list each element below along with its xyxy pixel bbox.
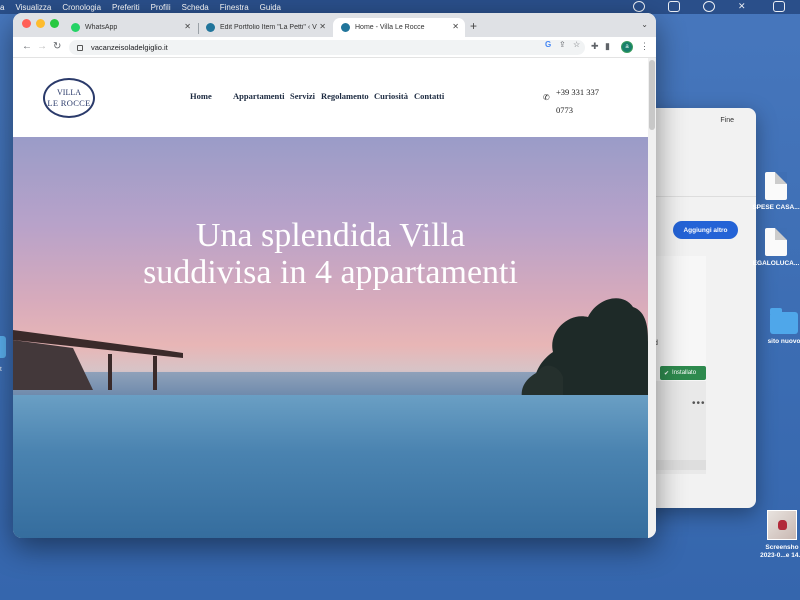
more-options-button[interactable]: •••	[692, 398, 706, 409]
menu-visualizza[interactable]: Visualizza	[15, 3, 51, 12]
google-lens-icon[interactable]: G	[545, 40, 551, 49]
mute-icon[interactable]: ✕	[738, 1, 750, 12]
hero-banner: Una splendida Villa suddivisa in 4 appar…	[13, 137, 648, 538]
tab-edit-portfolio[interactable]: Edit Portfolio Item "La Petti" ‹ V ✕	[198, 18, 332, 37]
forward-arrow-icon[interactable]: →	[37, 41, 47, 52]
partial-folder-icon[interactable]	[0, 336, 6, 358]
desktop-icon-egaloluca[interactable]: EGALOLUCA...	[746, 228, 800, 268]
trees-silhouette	[521, 298, 648, 402]
add-more-button[interactable]: Aggiungi altro	[673, 221, 738, 239]
side-panel-icon[interactable]: ▮	[605, 41, 610, 52]
wordpress-icon	[341, 23, 350, 32]
logo-line-2: LE ROCCE	[47, 98, 91, 108]
close-tab-icon[interactable]: ✕	[319, 22, 326, 31]
menu-kebab-icon[interactable]: ⋮	[640, 41, 649, 52]
desktop-icon-label: SPESE CASA...	[752, 204, 800, 211]
window-controls	[22, 19, 59, 28]
new-tab-plus-icon[interactable]: +	[470, 19, 477, 33]
desktop-icon-label: sito nuovo	[767, 338, 800, 345]
close-tab-icon[interactable]: ✕	[452, 22, 459, 31]
tab-strip: WhatsApp ✕ Edit Portfolio Item "La Petti…	[13, 13, 656, 37]
share-icon[interactable]: ⇪	[559, 40, 566, 49]
desktop-icon-label-2: 2023-0...e 14.3	[760, 552, 800, 559]
tab-search-chevron-icon[interactable]: ⌄	[641, 20, 648, 29]
extensions-puzzle-icon[interactable]: ✚	[591, 41, 599, 52]
infinity-pool	[13, 395, 648, 538]
site-header: VILLA LE ROCCE Home Appartamenti Servizi…	[13, 58, 648, 137]
minimize-window-button[interactable]	[36, 19, 45, 28]
hero-title-line-1: Una splendida Villa	[195, 217, 466, 254]
wordpress-icon	[206, 23, 215, 32]
whatsapp-icon	[71, 23, 80, 32]
tab-whatsapp[interactable]: WhatsApp ✕	[63, 18, 197, 37]
nav-home[interactable]: Home	[190, 91, 212, 101]
installed-label: Installato	[672, 370, 697, 376]
nav-servizi[interactable]: Servizi	[290, 91, 315, 101]
bookmark-star-icon[interactable]: ☆	[573, 40, 580, 49]
nav-contatti[interactable]: Contatti	[414, 91, 444, 101]
battery-icon[interactable]	[773, 1, 785, 12]
check-icon: ✔	[664, 370, 670, 377]
menu-guida[interactable]: Guida	[260, 3, 281, 12]
nav-appartamenti[interactable]: Appartamenti	[233, 91, 284, 101]
profile-avatar[interactable]: a	[621, 41, 633, 53]
close-window-button[interactable]	[22, 19, 31, 28]
browser-window: WhatsApp ✕ Edit Portfolio Item "La Petti…	[13, 13, 656, 538]
zoom-window-button[interactable]	[50, 19, 59, 28]
installed-badge: ✔ Installato	[660, 366, 706, 380]
done-button[interactable]: Fine	[720, 117, 734, 124]
phone-icon: ✆	[543, 93, 550, 102]
hero-title: Una splendida Villa suddivisa in 4 appar…	[13, 217, 648, 291]
page-scrollbar[interactable]	[648, 58, 656, 538]
desktop-icon-screenshot[interactable]: Screensho 2023-0...e 14.3	[752, 510, 800, 560]
url-text: vacanzeisoladelgiglio.it	[91, 43, 168, 52]
desktop-icon-label: Screensho	[765, 544, 799, 551]
status-icon-app[interactable]	[668, 1, 680, 12]
logo-line-1: VILLA	[57, 88, 81, 97]
desktop-icon-sito-nuovo[interactable]: sito nuovo	[754, 308, 800, 346]
background-dialog-window: Fine Aggiungi altro d ✔ Installato •••	[640, 108, 756, 508]
divider	[640, 196, 756, 197]
menu-scheda[interactable]: Scheda	[182, 3, 209, 12]
menu-cronologia[interactable]: Cronologia	[62, 3, 101, 12]
folder-icon	[770, 308, 798, 334]
document-icon	[765, 172, 787, 200]
villa-le-rocce-logo[interactable]: VILLA LE ROCCE	[43, 78, 95, 118]
tab-home-villa-le-rocce[interactable]: Home - Villa Le Rocce ✕	[333, 18, 465, 37]
lock-icon[interactable]	[77, 44, 83, 51]
status-icon-creative-cloud[interactable]	[633, 1, 645, 12]
tab-title: WhatsApp	[85, 24, 118, 31]
browser-toolbar: ← → ↻ vacanzeisoladelgiglio.it G ⇪ ☆ ✚ ▮…	[13, 37, 656, 58]
status-icon-time-machine[interactable]	[703, 1, 715, 12]
hero-title-line-2: suddivisa in 4 appartamenti	[143, 254, 518, 291]
screenshot-thumbnail-icon	[767, 510, 797, 540]
close-tab-icon[interactable]: ✕	[184, 22, 191, 31]
nav-curiosita[interactable]: Curiosità	[374, 91, 408, 101]
scrollbar-thumb[interactable]	[649, 60, 655, 130]
menu-bar: a Visualizza Cronologia Preferiti Profil…	[0, 0, 800, 14]
tab-title: Edit Portfolio Item "La Petti" ‹ V	[220, 24, 317, 31]
reload-icon[interactable]: ↻	[53, 41, 61, 52]
menu-preferiti[interactable]: Preferiti	[112, 3, 140, 12]
back-arrow-icon[interactable]: ←	[22, 41, 32, 52]
desktop-icon-spese-casa[interactable]: SPESE CASA...	[746, 172, 800, 212]
tab-title: Home - Villa Le Rocce	[355, 24, 425, 31]
menu-profili[interactable]: Profili	[151, 3, 171, 12]
desktop-icon-label: EGALOLUCA...	[752, 260, 800, 267]
web-page: VILLA LE ROCCE Home Appartamenti Servizi…	[13, 58, 648, 538]
partial-icon-label: t	[0, 366, 2, 373]
address-bar[interactable]: vacanzeisoladelgiglio.it G ⇪ ☆	[69, 40, 585, 55]
menu-item-a[interactable]: a	[0, 3, 4, 12]
phone-number[interactable]: +39 331 337 0773	[556, 83, 616, 119]
pergola-silhouette	[13, 330, 183, 390]
document-icon	[765, 228, 787, 256]
menu-finestra[interactable]: Finestra	[220, 3, 249, 12]
nav-regolamento[interactable]: Regolamento	[321, 91, 369, 101]
